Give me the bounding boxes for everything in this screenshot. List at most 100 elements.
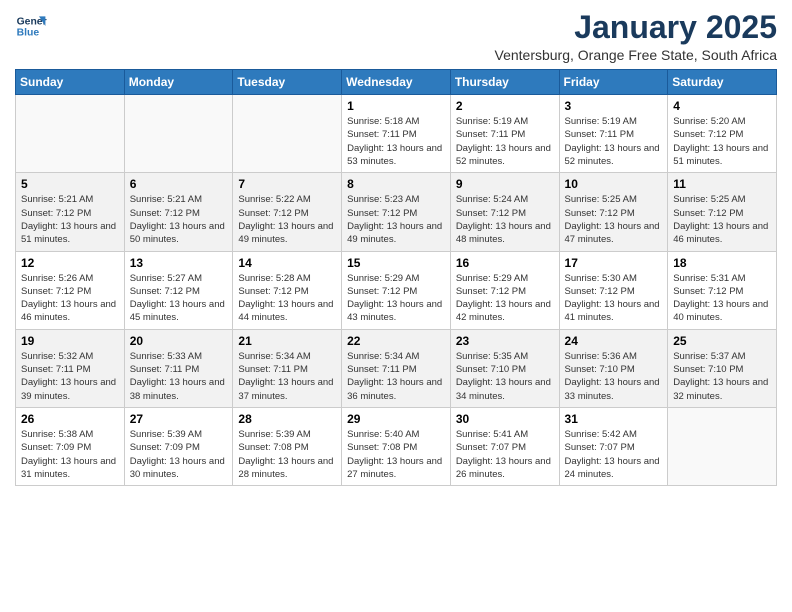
day-number: 28 [238, 412, 336, 426]
calendar-cell: 25 Sunrise: 5:37 AM Sunset: 7:10 PM Dayli… [668, 329, 777, 407]
day-header-thursday: Thursday [450, 70, 559, 95]
day-info: Sunrise: 5:21 AM Sunset: 7:12 PM Dayligh… [21, 193, 119, 246]
calendar-cell: 11Sunrise: 5:25 AM Sunset: 7:12 PM Dayli… [668, 173, 777, 251]
calendar-week-row: 5 Sunrise: 5:21 AM Sunset: 7:12 PM Daylig… [16, 173, 777, 251]
day-info: Sunrise: 5:21 AM Sunset: 7:12 PM Dayligh… [130, 193, 228, 246]
calendar-week-row: 26 Sunrise: 5:38 AM Sunset: 7:09 PM Dayli… [16, 407, 777, 485]
header: General Blue January 2025 Ventersburg, O… [15, 10, 777, 63]
day-number: 5 [21, 177, 119, 191]
calendar-cell [16, 95, 125, 173]
month-title: January 2025 [495, 10, 778, 45]
calendar: SundayMondayTuesdayWednesdayThursdayFrid… [15, 69, 777, 486]
svg-text:Blue: Blue [17, 28, 40, 39]
day-info: Sunrise: 5:18 AM Sunset: 7:11 PM Dayligh… [347, 115, 445, 168]
day-info: Sunrise: 5:33 AM Sunset: 7:11 PM Dayligh… [130, 350, 228, 403]
calendar-cell [668, 407, 777, 485]
day-number: 17 [565, 256, 663, 270]
calendar-cell: 16 Sunrise: 5:29 AM Sunset: 7:12 PM Dayli… [450, 251, 559, 329]
calendar-cell: 18Sunrise: 5:31 AM Sunset: 7:12 PM Dayli… [668, 251, 777, 329]
day-number: 19 [21, 334, 119, 348]
day-info: Sunrise: 5:23 AM Sunset: 7:12 PM Dayligh… [347, 193, 445, 246]
day-info: Sunrise: 5:36 AM Sunset: 7:10 PM Dayligh… [565, 350, 663, 403]
day-info: Sunrise: 5:19 AM Sunset: 7:11 PM Dayligh… [456, 115, 554, 168]
day-info: Sunrise: 5:29 AM Sunset: 7:12 PM Dayligh… [456, 272, 554, 325]
calendar-cell: 7 Sunrise: 5:22 AM Sunset: 7:12 PM Daylig… [233, 173, 342, 251]
day-number: 4 [673, 99, 771, 113]
day-number: 23 [456, 334, 554, 348]
day-header-saturday: Saturday [668, 70, 777, 95]
calendar-week-row: 12Sunrise: 5:26 AM Sunset: 7:12 PM Dayli… [16, 251, 777, 329]
calendar-cell: 29Sunrise: 5:40 AM Sunset: 7:08 PM Dayli… [342, 407, 451, 485]
day-number: 7 [238, 177, 336, 191]
calendar-cell: 2 Sunrise: 5:19 AM Sunset: 7:11 PM Daylig… [450, 95, 559, 173]
calendar-cell: 31 Sunrise: 5:42 AM Sunset: 7:07 PM Dayli… [559, 407, 668, 485]
day-number: 2 [456, 99, 554, 113]
day-number: 21 [238, 334, 336, 348]
day-info: Sunrise: 5:38 AM Sunset: 7:09 PM Dayligh… [21, 428, 119, 481]
calendar-cell: 28Sunrise: 5:39 AM Sunset: 7:08 PM Dayli… [233, 407, 342, 485]
day-info: Sunrise: 5:20 AM Sunset: 7:12 PM Dayligh… [673, 115, 771, 168]
calendar-cell [233, 95, 342, 173]
day-info: Sunrise: 5:27 AM Sunset: 7:12 PM Dayligh… [130, 272, 228, 325]
calendar-cell: 27 Sunrise: 5:39 AM Sunset: 7:09 PM Dayli… [124, 407, 233, 485]
calendar-week-row: 19Sunrise: 5:32 AM Sunset: 7:11 PM Dayli… [16, 329, 777, 407]
calendar-cell: 8 Sunrise: 5:23 AM Sunset: 7:12 PM Daylig… [342, 173, 451, 251]
day-number: 24 [565, 334, 663, 348]
calendar-cell: 4 Sunrise: 5:20 AM Sunset: 7:12 PM Daylig… [668, 95, 777, 173]
day-number: 22 [347, 334, 445, 348]
day-header-monday: Monday [124, 70, 233, 95]
calendar-cell: 30 Sunrise: 5:41 AM Sunset: 7:07 PM Dayli… [450, 407, 559, 485]
calendar-cell: 22 Sunrise: 5:34 AM Sunset: 7:11 PM Dayli… [342, 329, 451, 407]
calendar-cell: 12Sunrise: 5:26 AM Sunset: 7:12 PM Dayli… [16, 251, 125, 329]
day-info: Sunrise: 5:42 AM Sunset: 7:07 PM Dayligh… [565, 428, 663, 481]
day-number: 6 [130, 177, 228, 191]
day-header-tuesday: Tuesday [233, 70, 342, 95]
calendar-cell: 10Sunrise: 5:25 AM Sunset: 7:12 PM Dayli… [559, 173, 668, 251]
calendar-cell: 3 Sunrise: 5:19 AM Sunset: 7:11 PM Daylig… [559, 95, 668, 173]
day-info: Sunrise: 5:34 AM Sunset: 7:11 PM Dayligh… [347, 350, 445, 403]
calendar-cell: 20 Sunrise: 5:33 AM Sunset: 7:11 PM Dayli… [124, 329, 233, 407]
day-header-sunday: Sunday [16, 70, 125, 95]
calendar-cell: 1 Sunrise: 5:18 AM Sunset: 7:11 PM Daylig… [342, 95, 451, 173]
calendar-cell: 14Sunrise: 5:28 AM Sunset: 7:12 PM Dayli… [233, 251, 342, 329]
day-number: 12 [21, 256, 119, 270]
location-title: Ventersburg, Orange Free State, South Af… [495, 47, 778, 63]
day-info: Sunrise: 5:34 AM Sunset: 7:11 PM Dayligh… [238, 350, 336, 403]
day-number: 3 [565, 99, 663, 113]
calendar-cell: 24 Sunrise: 5:36 AM Sunset: 7:10 PM Dayli… [559, 329, 668, 407]
day-number: 25 [673, 334, 771, 348]
day-number: 30 [456, 412, 554, 426]
day-header-friday: Friday [559, 70, 668, 95]
calendar-cell: 15 Sunrise: 5:29 AM Sunset: 7:12 PM Dayli… [342, 251, 451, 329]
day-info: Sunrise: 5:28 AM Sunset: 7:12 PM Dayligh… [238, 272, 336, 325]
day-number: 13 [130, 256, 228, 270]
day-info: Sunrise: 5:30 AM Sunset: 7:12 PM Dayligh… [565, 272, 663, 325]
day-number: 18 [673, 256, 771, 270]
calendar-cell: 23Sunrise: 5:35 AM Sunset: 7:10 PM Dayli… [450, 329, 559, 407]
calendar-week-row: 1 Sunrise: 5:18 AM Sunset: 7:11 PM Daylig… [16, 95, 777, 173]
day-number: 8 [347, 177, 445, 191]
calendar-header-row: SundayMondayTuesdayWednesdayThursdayFrid… [16, 70, 777, 95]
day-number: 29 [347, 412, 445, 426]
day-number: 9 [456, 177, 554, 191]
day-info: Sunrise: 5:29 AM Sunset: 7:12 PM Dayligh… [347, 272, 445, 325]
day-number: 15 [347, 256, 445, 270]
day-number: 31 [565, 412, 663, 426]
day-number: 10 [565, 177, 663, 191]
calendar-cell [124, 95, 233, 173]
day-number: 27 [130, 412, 228, 426]
calendar-cell: 13 Sunrise: 5:27 AM Sunset: 7:12 PM Dayli… [124, 251, 233, 329]
day-number: 1 [347, 99, 445, 113]
day-number: 16 [456, 256, 554, 270]
day-info: Sunrise: 5:37 AM Sunset: 7:10 PM Dayligh… [673, 350, 771, 403]
day-info: Sunrise: 5:39 AM Sunset: 7:09 PM Dayligh… [130, 428, 228, 481]
day-info: Sunrise: 5:22 AM Sunset: 7:12 PM Dayligh… [238, 193, 336, 246]
day-number: 26 [21, 412, 119, 426]
day-info: Sunrise: 5:19 AM Sunset: 7:11 PM Dayligh… [565, 115, 663, 168]
calendar-cell: 21 Sunrise: 5:34 AM Sunset: 7:11 PM Dayli… [233, 329, 342, 407]
day-info: Sunrise: 5:41 AM Sunset: 7:07 PM Dayligh… [456, 428, 554, 481]
calendar-cell: 5 Sunrise: 5:21 AM Sunset: 7:12 PM Daylig… [16, 173, 125, 251]
day-info: Sunrise: 5:25 AM Sunset: 7:12 PM Dayligh… [673, 193, 771, 246]
day-number: 20 [130, 334, 228, 348]
calendar-cell: 17 Sunrise: 5:30 AM Sunset: 7:12 PM Dayli… [559, 251, 668, 329]
